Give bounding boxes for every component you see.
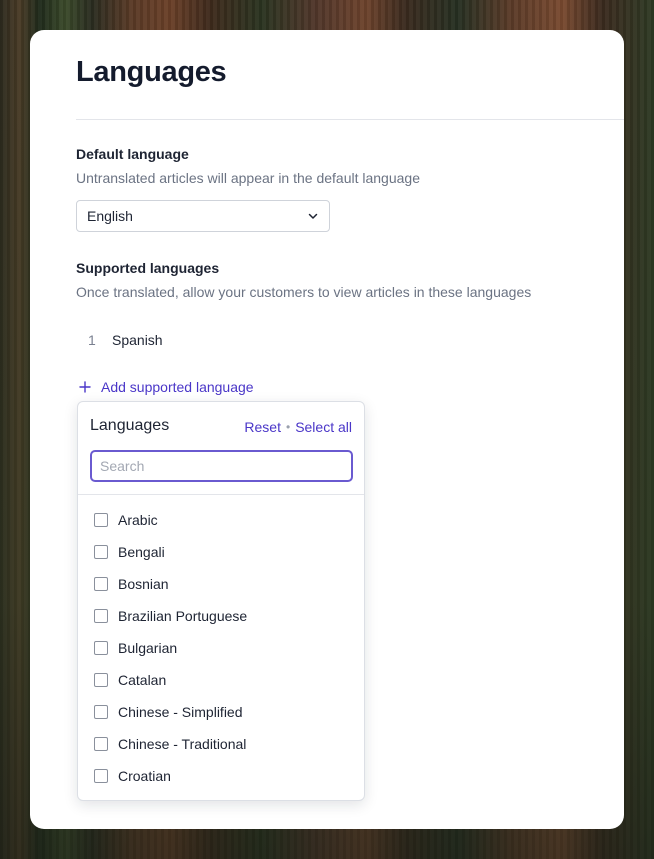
language-options-list[interactable]: Arabic Bengali Bosnian Brazilian Portugu… xyxy=(78,504,364,800)
supported-languages-help: Once translated, allow your customers to… xyxy=(76,284,532,300)
option-label: Brazilian Portuguese xyxy=(118,608,248,624)
dropdown-divider xyxy=(78,494,364,495)
supported-language-row: 1 Spanish xyxy=(76,332,163,348)
option-label: Chinese - Simplified xyxy=(118,704,243,720)
checkbox[interactable] xyxy=(94,577,108,591)
default-language-value: English xyxy=(87,208,133,224)
checkbox[interactable] xyxy=(94,737,108,751)
option-label: Chinese - Traditional xyxy=(118,736,247,752)
language-option-bengali[interactable]: Bengali xyxy=(78,536,364,568)
settings-card: Languages Default language Untranslated … xyxy=(30,30,624,829)
language-option-bosnian[interactable]: Bosnian xyxy=(78,568,364,600)
checkbox[interactable] xyxy=(94,609,108,623)
reset-button[interactable]: Reset xyxy=(244,419,281,435)
option-label: Bengali xyxy=(118,544,165,560)
checkbox[interactable] xyxy=(94,673,108,687)
language-option-brazilian-portuguese[interactable]: Brazilian Portuguese xyxy=(78,600,364,632)
language-option-chinese-simplified[interactable]: Chinese - Simplified xyxy=(78,696,364,728)
actions-separator: • xyxy=(285,420,291,434)
checkbox[interactable] xyxy=(94,769,108,783)
option-label: Catalan xyxy=(118,672,167,688)
checkbox[interactable] xyxy=(94,513,108,527)
language-option-croatian[interactable]: Croatian xyxy=(78,760,364,792)
checkbox[interactable] xyxy=(94,641,108,655)
page-title: Languages xyxy=(76,56,227,88)
language-search-input[interactable] xyxy=(90,450,353,482)
add-supported-language-label: Add supported language xyxy=(101,379,254,395)
title-divider xyxy=(76,119,624,120)
default-language-select[interactable]: English xyxy=(76,200,330,232)
plus-icon xyxy=(79,381,91,393)
option-label: Arabic xyxy=(118,512,158,528)
language-option-partially-visible[interactable] xyxy=(78,792,364,800)
option-label: Croatian xyxy=(118,768,171,784)
default-language-help: Untranslated articles will appear in the… xyxy=(76,170,420,186)
languages-dropdown: Languages Reset • Select all Arabic Beng… xyxy=(77,401,365,801)
dropdown-actions: Reset • Select all xyxy=(244,419,352,435)
supported-languages-label: Supported languages xyxy=(76,260,220,276)
option-label: Bosnian xyxy=(118,576,169,592)
add-supported-language-link[interactable]: Add supported language xyxy=(76,379,254,395)
option-label: Bulgarian xyxy=(118,640,178,656)
default-language-label: Default language xyxy=(76,146,189,162)
supported-language-number: 1 xyxy=(88,332,96,348)
language-option-chinese-traditional[interactable]: Chinese - Traditional xyxy=(78,728,364,760)
dropdown-title: Languages xyxy=(90,417,170,434)
supported-language-name: Spanish xyxy=(112,332,163,348)
checkbox[interactable] xyxy=(94,705,108,719)
select-all-button[interactable]: Select all xyxy=(295,419,352,435)
checkbox[interactable] xyxy=(94,545,108,559)
language-option-catalan[interactable]: Catalan xyxy=(78,664,364,696)
chevron-down-icon xyxy=(308,213,318,219)
language-option-bulgarian[interactable]: Bulgarian xyxy=(78,632,364,664)
language-option-arabic[interactable]: Arabic xyxy=(78,504,364,536)
